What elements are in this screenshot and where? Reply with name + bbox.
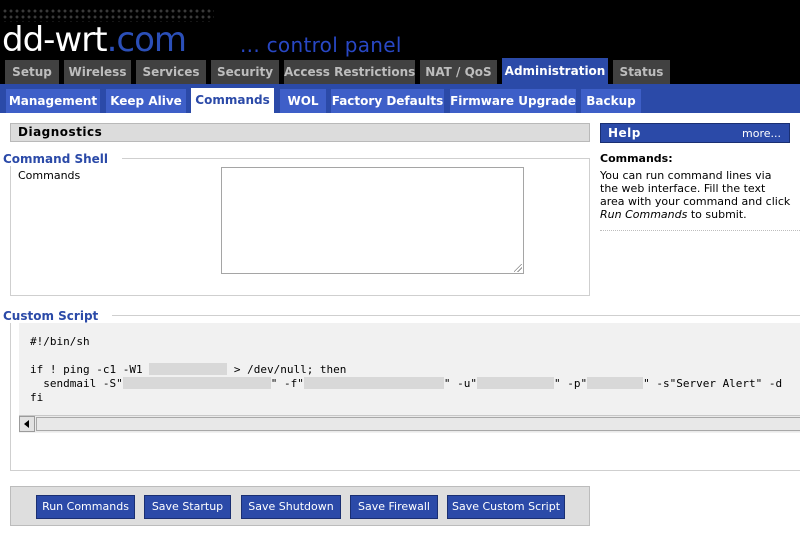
tab-setup[interactable]: Setup <box>5 60 59 84</box>
tab-administration[interactable]: Administration <box>502 58 608 84</box>
help-title: Help <box>608 126 641 140</box>
tab-nat-qos[interactable]: NAT / QoS <box>420 60 497 84</box>
scroll-left-button[interactable] <box>19 416 35 432</box>
script-line-if-post: > /dev/null; then <box>227 363 347 376</box>
redacted-user <box>476 377 554 389</box>
redacted-from <box>303 377 444 389</box>
textarea-resize-grip[interactable] <box>514 264 523 273</box>
script-line-shebang: #!/bin/sh <box>30 335 90 348</box>
run-commands-button[interactable]: Run Commands <box>36 495 135 519</box>
script-sendmail-b: " -f" <box>270 377 304 390</box>
save-firewall-button[interactable]: Save Firewall <box>350 495 438 519</box>
script-line-if-pre: if ! ping -c1 -W1 <box>30 363 150 376</box>
control-panel-subtitle: ... control panel <box>240 33 402 57</box>
subtab-keep-alive[interactable]: Keep Alive <box>106 89 186 113</box>
custom-script-code: #!/bin/sh if ! ping -c1 -W1 > /dev/null;… <box>30 335 782 405</box>
action-button-bar: Run Commands Save Startup Save Shutdown … <box>10 486 590 526</box>
script-sendmail-c: " -u" <box>443 377 477 390</box>
script-line-fi: fi <box>30 391 44 404</box>
command-shell-legend: Command Shell <box>3 152 123 166</box>
save-shutdown-button[interactable]: Save Shutdown <box>241 495 341 519</box>
scrollbar-thumb[interactable] <box>36 417 800 431</box>
subtab-factory-defaults[interactable]: Factory Defaults <box>331 89 444 113</box>
sub-tabs: Management Keep Alive Commands WOL Facto… <box>0 84 800 113</box>
help-text-after: to submit. <box>687 208 747 221</box>
tab-wireless[interactable]: Wireless <box>64 60 131 84</box>
commands-label: Commands <box>18 169 81 182</box>
header: dd-wrt.com ... control panel Setup Wirel… <box>0 0 800 84</box>
main-tabs: Setup Wireless Services Security Access … <box>0 58 800 84</box>
commands-textarea[interactable] <box>221 167 524 274</box>
help-divider <box>600 230 800 231</box>
subtab-backup[interactable]: Backup <box>581 89 641 113</box>
script-horizontal-scrollbar[interactable] <box>19 415 800 432</box>
save-custom-script-button[interactable]: Save Custom Script <box>447 495 565 519</box>
redacted-host <box>149 363 228 375</box>
logo-suffix: .com <box>106 20 187 60</box>
help-text: You can run command lines via the web in… <box>600 169 792 221</box>
help-heading: Commands: <box>600 152 673 165</box>
help-header: Help more... <box>600 123 790 143</box>
subtab-commands[interactable]: Commands <box>191 88 274 113</box>
redacted-password <box>587 377 644 389</box>
subtab-firmware-upgrade[interactable]: Firmware Upgrade <box>450 89 576 113</box>
script-sendmail-e: " -s"Server Alert" -d <box>643 377 783 390</box>
help-text-em: Run Commands <box>600 208 688 221</box>
logo-main: dd-wrt <box>2 20 108 60</box>
tab-access-restrictions[interactable]: Access Restrictions <box>284 60 415 84</box>
resize-grip-icon <box>514 264 522 272</box>
save-startup-button[interactable]: Save Startup <box>144 495 231 519</box>
redacted-server <box>122 377 271 389</box>
logo-text: dd-wrt.com <box>2 20 187 60</box>
script-sendmail-d: " -p" <box>553 377 588 390</box>
help-text-before: You can run command lines via the web in… <box>600 169 791 208</box>
tab-status[interactable]: Status <box>613 60 670 84</box>
ddwrt-logo[interactable]: dd-wrt.com <box>2 8 214 58</box>
script-sendmail-a: sendmail -S" <box>30 377 123 390</box>
tab-security[interactable]: Security <box>211 60 279 84</box>
subtab-management[interactable]: Management <box>6 89 100 113</box>
help-more-link[interactable]: more... <box>742 127 781 140</box>
arrow-left-icon <box>24 420 29 428</box>
tab-services[interactable]: Services <box>136 60 206 84</box>
diagnostics-title: Diagnostics <box>10 123 590 142</box>
subtab-wol[interactable]: WOL <box>280 89 326 113</box>
custom-script-legend: Custom Script <box>3 309 113 323</box>
